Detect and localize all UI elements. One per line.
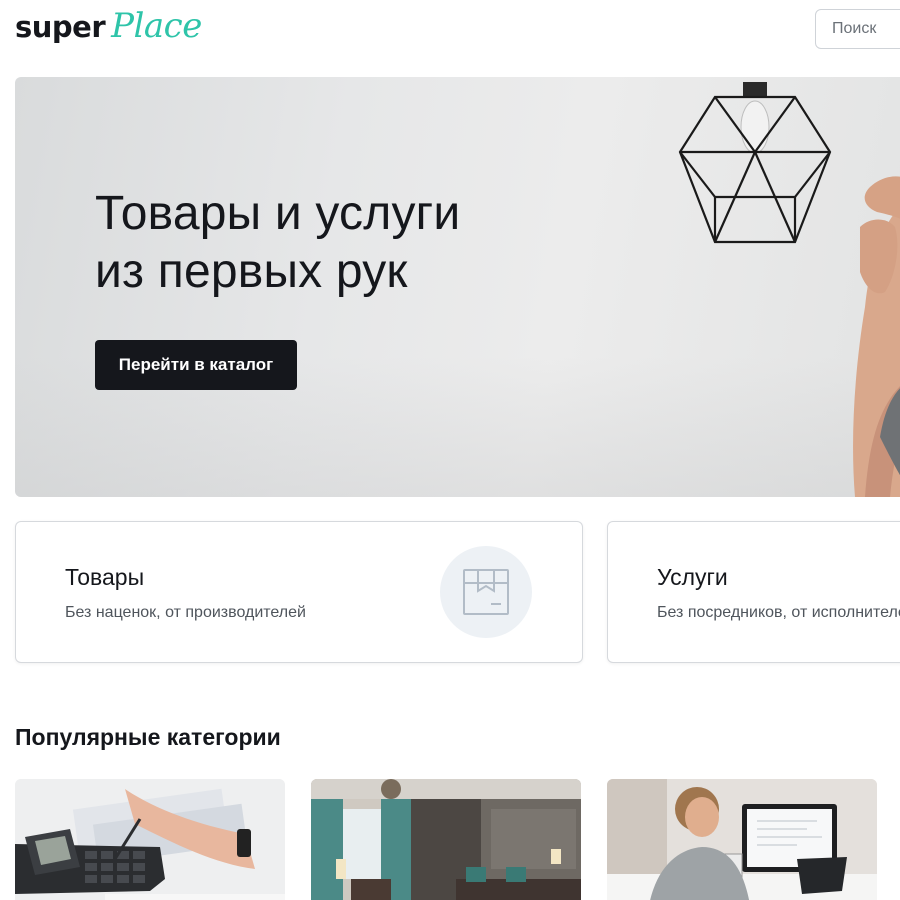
- hero-title: Товары и услуги из первых рук: [95, 185, 460, 301]
- logo-place-text: Place: [111, 6, 202, 46]
- catalog-button[interactable]: Перейти в каталог: [95, 340, 297, 390]
- feature-card-services[interactable]: Услуги Без посредников, от исполнителей: [607, 521, 900, 663]
- box-icon: [463, 569, 509, 615]
- popular-categories-title: Популярные категории: [15, 724, 281, 750]
- feature-card-subtitle: Без наценок, от производителей: [65, 604, 306, 621]
- category-card-calculator[interactable]: [15, 779, 285, 900]
- calculator-photo: [15, 779, 285, 900]
- category-card-interior[interactable]: [311, 779, 581, 900]
- logo-super-text: super: [15, 10, 106, 44]
- interior-photo: [311, 779, 581, 900]
- feature-card-icon-circle: [440, 546, 532, 638]
- header: super Place: [0, 0, 900, 60]
- category-card-computer-work[interactable]: [607, 779, 877, 900]
- hero-title-line2: из первых рук: [95, 245, 408, 298]
- search-input[interactable]: [815, 9, 900, 49]
- computer-work-photo: [607, 779, 877, 900]
- site-logo[interactable]: super Place: [15, 6, 202, 50]
- hero-title-line1: Товары и услуги: [95, 187, 461, 240]
- feature-card-title: Услуги: [657, 564, 728, 590]
- hero-lamp-arm-photo: [678, 82, 900, 497]
- feature-card-subtitle: Без посредников, от исполнителей: [657, 604, 900, 621]
- feature-card-goods[interactable]: Товары Без наценок, от производителей: [15, 521, 583, 663]
- feature-card-title: Товары: [65, 564, 145, 590]
- hero-banner: Товары и услуги из первых рук Перейти в …: [15, 77, 900, 497]
